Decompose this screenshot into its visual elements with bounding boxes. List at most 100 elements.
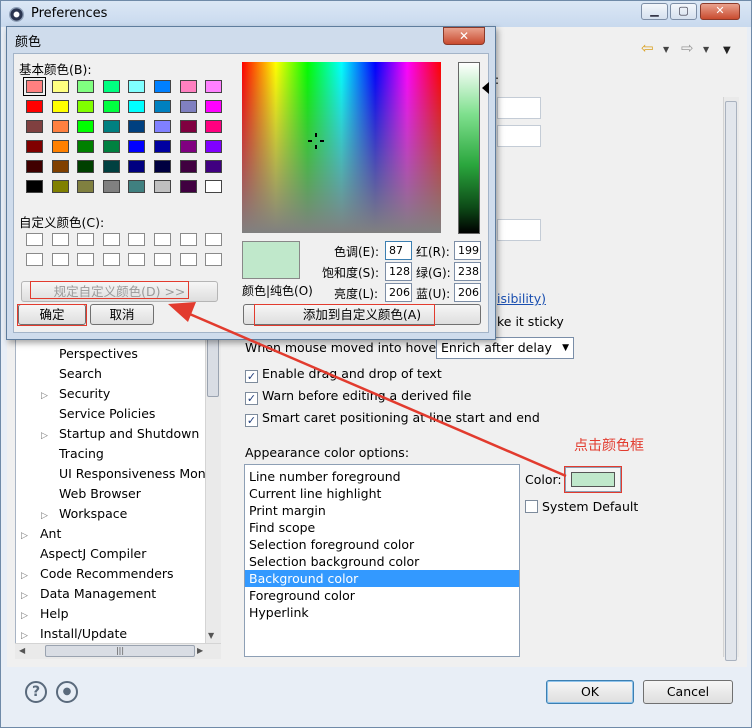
hover-dropdown[interactable]: Enrich after delay ▼ <box>436 337 574 359</box>
basic-color-swatch[interactable] <box>154 160 171 173</box>
cancel-button[interactable]: Cancel <box>643 680 733 704</box>
basic-color-swatch[interactable] <box>179 120 197 133</box>
custom-color-swatch[interactable] <box>179 233 197 246</box>
text-field[interactable] <box>497 97 541 119</box>
custom-color-swatch[interactable] <box>128 233 146 246</box>
custom-color-swatch[interactable] <box>26 253 43 266</box>
color-option-item[interactable]: Background color <box>245 570 519 587</box>
basic-color-swatch[interactable] <box>179 140 197 153</box>
expand-arrow-icon[interactable]: ▷ <box>41 426 59 446</box>
basic-color-swatch[interactable] <box>179 160 197 173</box>
basic-color-swatch[interactable] <box>128 120 146 133</box>
basic-color-swatch[interactable] <box>128 180 146 193</box>
basic-color-swatch[interactable] <box>51 140 69 153</box>
custom-color-swatch[interactable] <box>26 233 43 246</box>
back-menu-icon[interactable]: ▼ <box>663 45 669 54</box>
text-field[interactable] <box>497 125 541 147</box>
custom-color-swatch[interactable] <box>77 233 95 246</box>
tree-hscroll-thumb[interactable]: ||| <box>45 645 195 657</box>
lum-field[interactable]: 206 <box>385 283 412 302</box>
color-option-item[interactable]: Selection background color <box>245 553 519 570</box>
tree-item[interactable]: AspectJ Compiler <box>21 544 205 564</box>
basic-color-swatch[interactable] <box>102 100 120 113</box>
red-field[interactable]: 199 <box>454 241 481 260</box>
expand-arrow-icon[interactable]: ▷ <box>41 506 59 526</box>
text-field[interactable] <box>497 219 541 241</box>
basic-color-swatch[interactable] <box>77 140 95 153</box>
custom-color-swatch[interactable] <box>77 253 95 266</box>
custom-color-swatch[interactable] <box>154 233 171 246</box>
blue-field[interactable]: 206 <box>454 283 481 302</box>
tree-item[interactable]: ▷ Data Management <box>21 584 205 604</box>
basic-color-swatch[interactable] <box>179 80 197 93</box>
color-option-item[interactable]: Selection foreground color <box>245 536 519 553</box>
basic-color-swatch[interactable] <box>128 140 146 153</box>
tree-item[interactable]: Web Browser <box>21 484 205 504</box>
tree-item[interactable]: ▷ Help <box>21 604 205 624</box>
custom-color-swatch[interactable] <box>128 253 146 266</box>
tree-item[interactable]: ▷ Install/Update <box>21 624 205 644</box>
basic-color-swatch[interactable] <box>154 80 171 93</box>
basic-color-swatch[interactable] <box>102 160 120 173</box>
basic-color-swatch[interactable] <box>77 160 95 173</box>
basic-color-swatch[interactable] <box>205 180 223 193</box>
basic-color-swatch[interactable] <box>128 100 146 113</box>
basic-color-swatch[interactable] <box>205 160 223 173</box>
basic-color-swatch[interactable] <box>179 180 197 193</box>
basic-color-swatch[interactable] <box>26 180 43 193</box>
view-menu-icon[interactable]: ▼ <box>723 45 731 56</box>
expand-arrow-icon[interactable]: ▷ <box>21 606 40 626</box>
basic-color-swatch[interactable] <box>205 140 223 153</box>
expand-arrow-icon[interactable]: ▷ <box>21 586 40 606</box>
custom-color-swatch[interactable] <box>51 233 69 246</box>
basic-color-swatch[interactable] <box>205 120 223 133</box>
scroll-down-icon[interactable]: ▼ <box>208 631 214 640</box>
basic-color-swatch[interactable] <box>154 180 171 193</box>
maximize-button[interactable]: ▢ <box>670 3 697 20</box>
luminance-arrow-icon[interactable] <box>482 82 489 94</box>
color-option-item[interactable]: Print margin <box>245 502 519 519</box>
dialog-close-button[interactable]: ✕ <box>443 27 485 45</box>
scroll-right-icon[interactable]: ▶ <box>197 646 203 655</box>
checkbox-box[interactable] <box>525 500 538 513</box>
basic-color-swatch[interactable] <box>26 160 43 173</box>
color-option-item[interactable]: Line number foreground <box>245 468 519 485</box>
expand-arrow-icon[interactable]: ▷ <box>41 386 59 406</box>
custom-color-swatch[interactable] <box>154 253 171 266</box>
help-icon[interactable]: ? <box>25 681 47 703</box>
system-default-checkbox[interactable]: System Default <box>525 499 638 514</box>
close-button[interactable]: ✕ <box>700 3 740 20</box>
basic-color-swatch[interactable] <box>77 100 95 113</box>
checkbox-box[interactable]: ✓ <box>245 414 258 427</box>
tree-item[interactable]: UI Responsiveness Monit <box>21 464 214 484</box>
hue-field[interactable]: 87 <box>385 241 412 260</box>
editor-option-checkbox[interactable]: ✓ Enable drag and drop of text <box>245 366 540 388</box>
forward-arrow-icon[interactable]: ⇨ <box>681 39 694 57</box>
custom-color-swatch[interactable] <box>51 253 69 266</box>
content-scroll-thumb[interactable] <box>725 101 737 661</box>
tree-item[interactable]: Search <box>21 364 205 384</box>
tree-item[interactable]: ▷ Workspace <box>21 504 205 524</box>
ok-button[interactable]: OK <box>546 680 634 704</box>
color-spectrum[interactable] <box>242 62 441 233</box>
checkbox-box[interactable]: ✓ <box>245 392 258 405</box>
color-option-item[interactable]: Hyperlink <box>245 604 519 621</box>
custom-color-swatch[interactable] <box>205 253 223 266</box>
scroll-left-icon[interactable]: ◀ <box>19 646 25 655</box>
custom-color-swatch[interactable] <box>102 233 120 246</box>
tree-item[interactable]: ▷ Code Recommenders <box>21 564 205 584</box>
basic-color-swatch[interactable] <box>77 120 95 133</box>
basic-color-swatch[interactable] <box>154 140 171 153</box>
color-option-item[interactable]: Current line highlight <box>245 485 519 502</box>
custom-color-swatch[interactable] <box>205 233 223 246</box>
tree-item[interactable]: ▷ Ant <box>21 524 205 544</box>
basic-color-swatch[interactable] <box>77 80 95 93</box>
expand-arrow-icon[interactable]: ▷ <box>21 526 40 546</box>
basic-color-swatch[interactable] <box>77 180 95 193</box>
basic-color-swatch[interactable] <box>154 120 171 133</box>
basic-color-swatch[interactable] <box>51 120 69 133</box>
basic-color-swatch[interactable] <box>26 120 43 133</box>
tree-item[interactable]: Perspectives <box>21 344 205 364</box>
color-option-item[interactable]: Foreground color <box>245 587 519 604</box>
basic-color-swatch[interactable] <box>102 120 120 133</box>
